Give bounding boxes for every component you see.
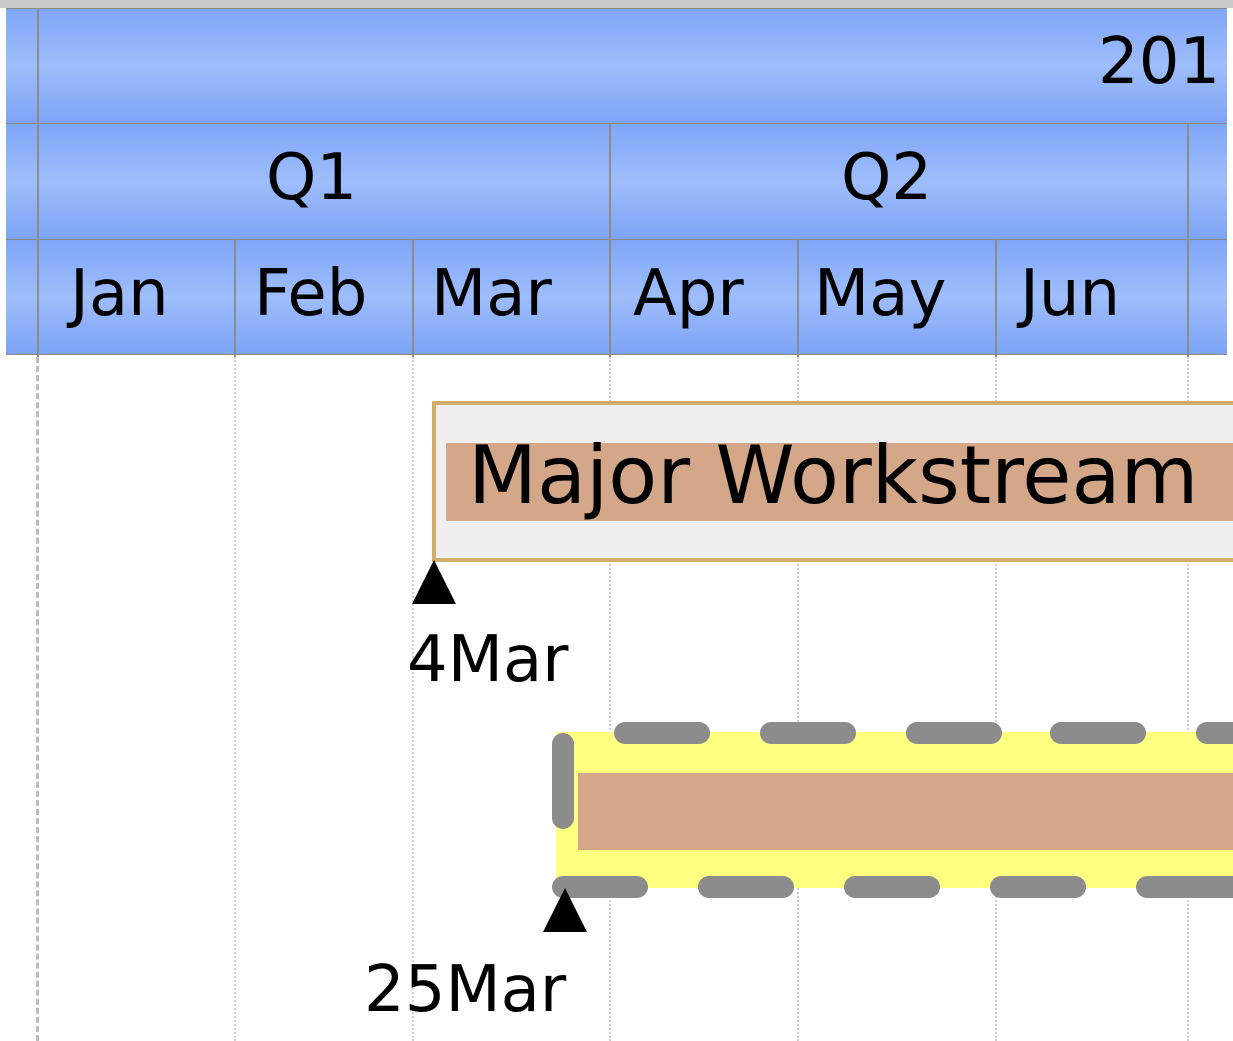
task-2-start-marker-icon[interactable] xyxy=(543,888,587,932)
quarter-band xyxy=(6,123,1227,240)
selection-dash xyxy=(760,722,856,744)
month-divider-apr-may xyxy=(797,239,799,357)
quarter-q2-label[interactable]: Q2 xyxy=(841,146,932,210)
selection-dash xyxy=(552,733,574,829)
selection-dash xyxy=(906,722,1002,744)
task-2-bar[interactable] xyxy=(578,773,1233,850)
top-edge xyxy=(0,0,1233,8)
quarter-q1-label[interactable]: Q1 xyxy=(266,146,357,210)
grid-line-start xyxy=(36,357,39,1041)
month-divider-may-jun xyxy=(995,239,997,357)
task-major-workstream-label[interactable]: Major Workstream xyxy=(468,432,1198,520)
month-apr-label[interactable]: Apr xyxy=(633,262,744,326)
month-jun-label[interactable]: Jun xyxy=(1020,262,1120,326)
month-mar-label[interactable]: Mar xyxy=(431,262,552,326)
task-2-start-date[interactable]: 25Mar xyxy=(364,958,566,1022)
selection-dash xyxy=(1136,876,1233,898)
month-may-label[interactable]: May xyxy=(814,262,946,326)
task-1-start-marker-icon[interactable] xyxy=(412,560,456,604)
task-1-start-date[interactable]: 4Mar xyxy=(407,628,568,692)
grid-line-mar xyxy=(412,357,414,1041)
quarter-divider-q2-q3 xyxy=(1187,123,1189,357)
grid-line-feb xyxy=(234,357,236,1041)
month-feb-label[interactable]: Feb xyxy=(254,262,367,326)
year-label[interactable]: 201 xyxy=(1098,30,1220,94)
selection-dash xyxy=(1196,722,1233,744)
month-jan-label[interactable]: Jan xyxy=(70,262,169,326)
month-divider-feb-mar xyxy=(412,239,414,357)
quarter-divider-q1-q2 xyxy=(609,123,611,357)
selection-dash xyxy=(614,722,710,744)
selection-dash xyxy=(844,876,940,898)
month-divider-jan-feb xyxy=(234,239,236,357)
selection-dash xyxy=(698,876,794,898)
year-band[interactable] xyxy=(6,8,1227,124)
left-divider xyxy=(37,8,39,357)
selection-dash xyxy=(990,876,1086,898)
selection-dash xyxy=(1050,722,1146,744)
